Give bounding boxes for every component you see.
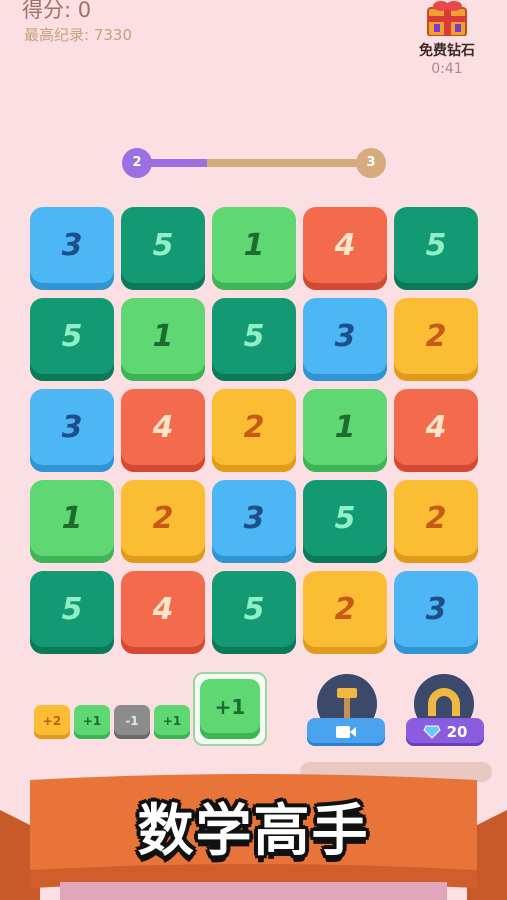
number-tile[interactable]: 4	[121, 571, 205, 654]
number-tile[interactable]: 4	[303, 207, 387, 290]
next-level-badge: 3	[356, 148, 386, 178]
current-piece[interactable]: +1	[200, 679, 260, 739]
current-piece-slot[interactable]: +1	[193, 672, 267, 746]
level-progress: 2 3	[122, 148, 386, 178]
number-tile[interactable]: 5	[212, 298, 296, 381]
gift-timer: 0:41	[431, 61, 463, 77]
board-row: 34214	[30, 389, 478, 472]
number-tile[interactable]: 2	[394, 480, 478, 563]
piece-queue: +2 +1 -1 +1	[34, 705, 194, 739]
number-tile[interactable]: 1	[30, 480, 114, 563]
number-tile[interactable]: 1	[303, 389, 387, 472]
number-tile[interactable]: 2	[121, 480, 205, 563]
number-tile[interactable]: 5	[394, 207, 478, 290]
watch-ad-button[interactable]	[307, 718, 385, 746]
number-tile[interactable]: 3	[303, 298, 387, 381]
number-tile[interactable]: 5	[121, 207, 205, 290]
number-tile[interactable]: 4	[394, 389, 478, 472]
number-tile[interactable]: 5	[303, 480, 387, 563]
diamond-cost-button[interactable]: 20	[406, 718, 484, 746]
banner-title: 数学高手	[137, 799, 370, 864]
diamond-icon	[422, 725, 441, 739]
board-row: 12352	[30, 480, 478, 563]
game-board: 3514551532342141235254523	[30, 207, 478, 662]
board-row: 35145	[30, 207, 478, 290]
queue-piece: +1	[154, 705, 190, 739]
number-tile[interactable]: 5	[30, 571, 114, 654]
number-tile[interactable]: 4	[121, 389, 205, 472]
number-tile[interactable]: 5	[212, 571, 296, 654]
queue-piece: -1	[114, 705, 150, 739]
number-tile[interactable]: 2	[303, 571, 387, 654]
number-tile[interactable]: 3	[394, 571, 478, 654]
current-level-badge: 2	[122, 148, 152, 178]
board-row: 51532	[30, 298, 478, 381]
gift-box-icon[interactable]	[420, 0, 474, 36]
diamond-cost: 20	[446, 723, 468, 741]
number-tile[interactable]: 3	[30, 389, 114, 472]
video-ad-icon	[336, 726, 356, 738]
number-tile[interactable]: 1	[121, 298, 205, 381]
number-tile[interactable]: 3	[30, 207, 114, 290]
queue-piece: +1	[74, 705, 110, 739]
number-tile[interactable]: 2	[212, 389, 296, 472]
board-row: 54523	[30, 571, 478, 654]
queue-piece: +2	[34, 705, 70, 739]
best-score-label: 最高纪录: 7330	[24, 26, 132, 44]
number-tile[interactable]: 5	[30, 298, 114, 381]
number-tile[interactable]: 3	[212, 480, 296, 563]
free-diamonds-label[interactable]: 免费钻石	[408, 40, 486, 60]
number-tile[interactable]: 2	[394, 298, 478, 381]
number-tile[interactable]: 1	[212, 207, 296, 290]
score-label: 得分: 0	[22, 0, 92, 22]
